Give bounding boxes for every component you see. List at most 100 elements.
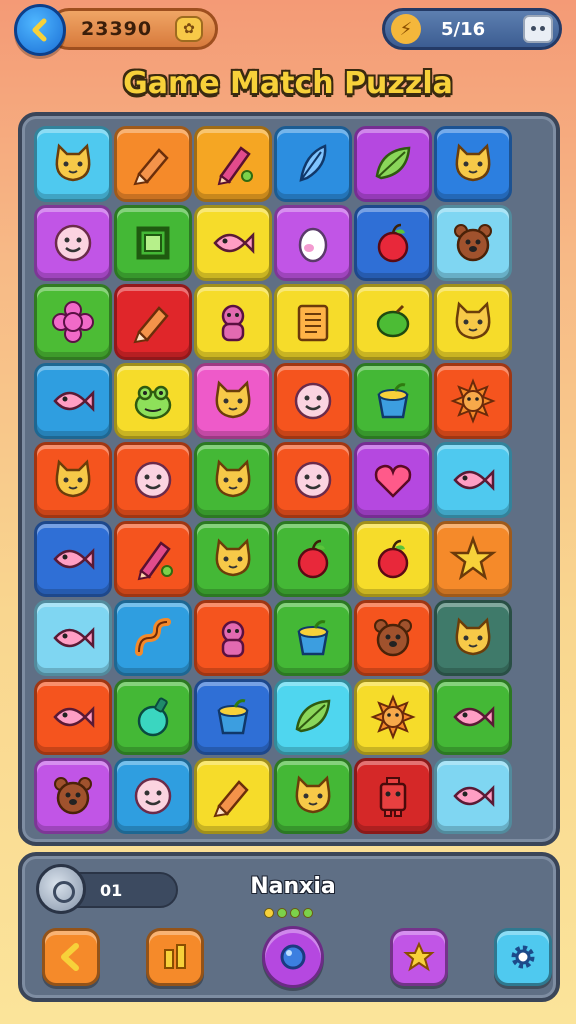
puzzle-tile[interactable] [34, 442, 112, 518]
puzzle-tile[interactable] [34, 363, 112, 439]
monkey-icon [221, 620, 245, 658]
puzzle-tile[interactable] [194, 363, 272, 439]
puzzle-tile[interactable] [194, 758, 272, 834]
smiley-icon [54, 224, 92, 262]
puzzle-tile[interactable] [354, 758, 432, 834]
puzzle-tile[interactable] [34, 284, 112, 360]
fish-icon [53, 626, 95, 650]
puzzle-tile[interactable] [274, 442, 352, 518]
back-button[interactable] [14, 4, 66, 56]
smiley-icon [294, 382, 332, 420]
puzzle-tile[interactable] [114, 600, 192, 676]
bear-face-icon [454, 224, 492, 262]
stats-button[interactable] [146, 928, 204, 986]
center-orb-button[interactable] [262, 926, 324, 988]
energy-count: 5/16 [441, 18, 486, 40]
puzzle-tile[interactable] [34, 521, 112, 597]
puzzle-tile[interactable] [114, 126, 192, 202]
puzzle-tile[interactable] [354, 205, 432, 281]
cat-face-icon [55, 143, 91, 182]
puzzle-tile[interactable] [114, 284, 192, 360]
fish-icon [53, 705, 95, 729]
puzzle-tile[interactable] [34, 126, 112, 202]
tile-grid [34, 126, 544, 834]
feather-icon [299, 144, 327, 182]
cup-icon [297, 620, 329, 656]
puzzle-tile[interactable] [354, 442, 432, 518]
puzzle-tile[interactable] [434, 758, 512, 834]
apple-icon [377, 539, 409, 579]
star-icon [449, 535, 497, 581]
puzzle-tile[interactable] [354, 126, 432, 202]
puzzle-tile[interactable] [194, 205, 272, 281]
gear-icon [511, 945, 535, 969]
puzzle-tile[interactable] [354, 284, 432, 360]
puzzle-tile[interactable] [114, 363, 192, 439]
crayon-icon [133, 148, 169, 186]
egg-icon [298, 227, 328, 263]
cat-face-icon [215, 538, 251, 577]
cat-face-icon [55, 459, 91, 498]
puzzle-tile[interactable] [114, 758, 192, 834]
puzzle-tile[interactable] [434, 284, 512, 360]
puzzle-tile[interactable] [274, 363, 352, 439]
puzzle-tile[interactable] [274, 284, 352, 360]
puzzle-tile[interactable] [34, 679, 112, 755]
puzzle-tile[interactable] [354, 600, 432, 676]
apple-icon [377, 223, 409, 263]
cat-face-icon [455, 301, 491, 340]
puzzle-tile[interactable] [114, 679, 192, 755]
robot-icon[interactable] [523, 15, 553, 43]
puzzle-tile[interactable] [194, 442, 272, 518]
energy-counter: ⚡ 5/16 [382, 8, 562, 50]
back-arrow-icon [61, 943, 79, 971]
notebook-icon [297, 304, 329, 342]
puzzle-tile[interactable] [354, 521, 432, 597]
puzzle-tile[interactable] [354, 363, 432, 439]
puzzle-tile[interactable] [194, 126, 272, 202]
puzzle-tile[interactable] [434, 521, 512, 597]
puzzle-tile[interactable] [434, 363, 512, 439]
pencil-icon [217, 146, 253, 186]
puzzle-tile[interactable] [274, 600, 352, 676]
cat-face-icon [295, 775, 331, 814]
puzzle-tile[interactable] [34, 758, 112, 834]
puzzle-tile[interactable] [34, 600, 112, 676]
puzzle-tile[interactable] [274, 758, 352, 834]
worm-icon [135, 618, 171, 656]
fish-icon [453, 468, 495, 492]
puzzle-tile[interactable] [354, 679, 432, 755]
progress-dot [264, 908, 274, 918]
cup-icon [377, 383, 409, 419]
puzzle-tile[interactable] [194, 284, 272, 360]
lightning-icon: ⚡ [391, 14, 421, 44]
puzzle-tile[interactable] [114, 521, 192, 597]
settings-button[interactable] [494, 928, 552, 986]
sun-icon [450, 378, 496, 424]
puzzle-tile[interactable] [434, 126, 512, 202]
puzzle-tile[interactable] [34, 205, 112, 281]
puzzle-tile[interactable] [434, 205, 512, 281]
puzzle-tile[interactable] [114, 205, 192, 281]
puzzle-tile[interactable] [274, 679, 352, 755]
puzzle-tile[interactable] [434, 600, 512, 676]
puzzle-tile[interactable] [194, 521, 272, 597]
puzzle-tile[interactable] [194, 679, 272, 755]
puzzle-tile[interactable] [274, 521, 352, 597]
star-button[interactable] [390, 928, 448, 986]
puzzle-tile[interactable] [274, 126, 352, 202]
pencil-icon [137, 541, 173, 581]
top-bar: 23390 ✿ ⚡ 5/16 [0, 0, 576, 60]
puzzle-tile[interactable] [194, 600, 272, 676]
progress-dots [264, 908, 313, 918]
bear-face-icon [374, 619, 412, 657]
puzzle-tile[interactable] [274, 205, 352, 281]
smiley-icon [134, 461, 172, 499]
progress-dot [290, 908, 300, 918]
puzzle-tile[interactable] [114, 442, 192, 518]
crayon-icon [133, 306, 169, 344]
puzzle-tile[interactable] [434, 679, 512, 755]
puzzle-tile[interactable] [434, 442, 512, 518]
back-button[interactable] [42, 928, 100, 986]
lemon-icon [376, 304, 410, 338]
